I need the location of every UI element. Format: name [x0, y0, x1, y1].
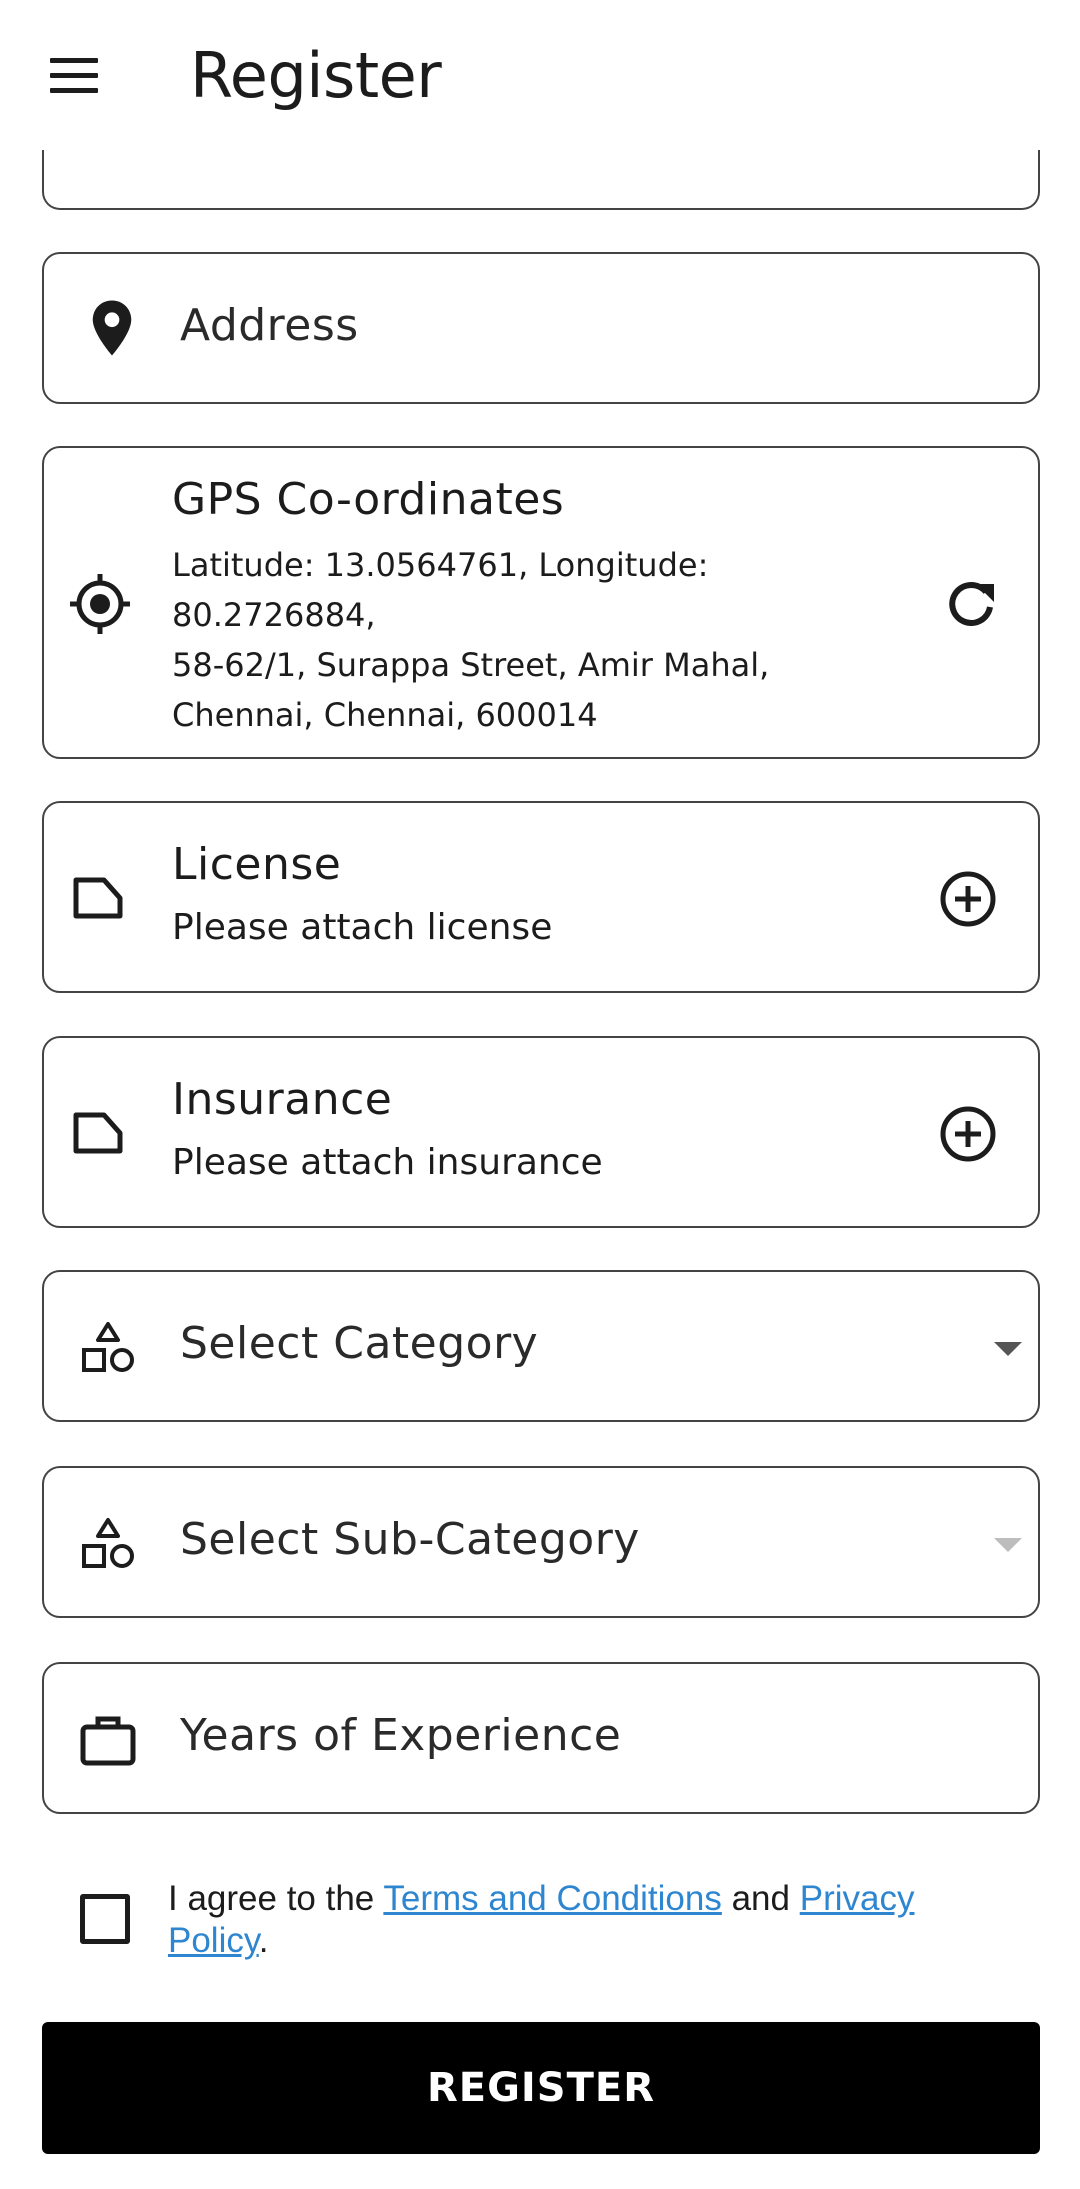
terms-link[interactable]: Terms and Conditions: [383, 1879, 722, 1918]
experience-field[interactable]: Years of Experience: [42, 1662, 1040, 1814]
category-shapes-icon: [80, 1516, 136, 1572]
category-dropdown[interactable]: Select Category: [42, 1270, 1040, 1422]
gps-address-text: 58-62/1, Surappa Street, Amir Mahal, Che…: [172, 646, 770, 734]
insurance-attachment-card[interactable]: Insurance Please attach insurance: [42, 1036, 1040, 1228]
add-circle-icon[interactable]: [938, 869, 998, 929]
experience-placeholder: Years of Experience: [180, 1710, 622, 1761]
terms-text: I agree to the Terms and Conditions and …: [168, 1878, 1008, 1962]
subcategory-placeholder: Select Sub-Category: [180, 1514, 640, 1565]
terms-agreement: I agree to the Terms and Conditions and …: [42, 1868, 1040, 1978]
chevron-down-icon: [994, 1538, 1022, 1552]
page-title: Register: [190, 39, 442, 112]
add-circle-icon[interactable]: [938, 1104, 998, 1164]
subcategory-dropdown[interactable]: Select Sub-Category: [42, 1466, 1040, 1618]
app-bar: Register: [0, 0, 1080, 150]
license-subtitle: Please attach license: [172, 907, 553, 948]
terms-checkbox[interactable]: [80, 1894, 130, 1944]
label-tag-icon: [68, 871, 128, 925]
address-field[interactable]: Address: [42, 252, 1040, 404]
gps-title: GPS Co-ordinates: [172, 474, 565, 525]
refresh-icon[interactable]: [942, 576, 1000, 634]
category-placeholder: Select Category: [180, 1318, 539, 1369]
terms-suffix: .: [258, 1921, 269, 1960]
insurance-title: Insurance: [172, 1074, 393, 1125]
address-placeholder: Address: [180, 300, 359, 351]
briefcase-icon: [78, 1710, 138, 1770]
license-attachment-card[interactable]: License Please attach license: [42, 801, 1040, 993]
insurance-subtitle: Please attach insurance: [172, 1142, 603, 1183]
category-shapes-icon: [80, 1320, 136, 1376]
gps-target-icon: [66, 570, 134, 638]
terms-prefix: I agree to the: [168, 1879, 384, 1918]
label-tag-icon: [68, 1106, 128, 1160]
gps-coordinates-card: GPS Co-ordinates Latitude: 13.0564761, L…: [42, 446, 1040, 759]
license-title: License: [172, 839, 342, 890]
register-button[interactable]: REGISTER: [42, 2022, 1040, 2154]
terms-middle: and: [721, 1879, 800, 1918]
gps-coordinates-text: Latitude: 13.0564761, Longitude: 80.2726…: [172, 546, 709, 634]
chevron-down-icon: [994, 1342, 1022, 1356]
location-pin-icon: [82, 296, 142, 360]
menu-icon[interactable]: [42, 48, 106, 102]
